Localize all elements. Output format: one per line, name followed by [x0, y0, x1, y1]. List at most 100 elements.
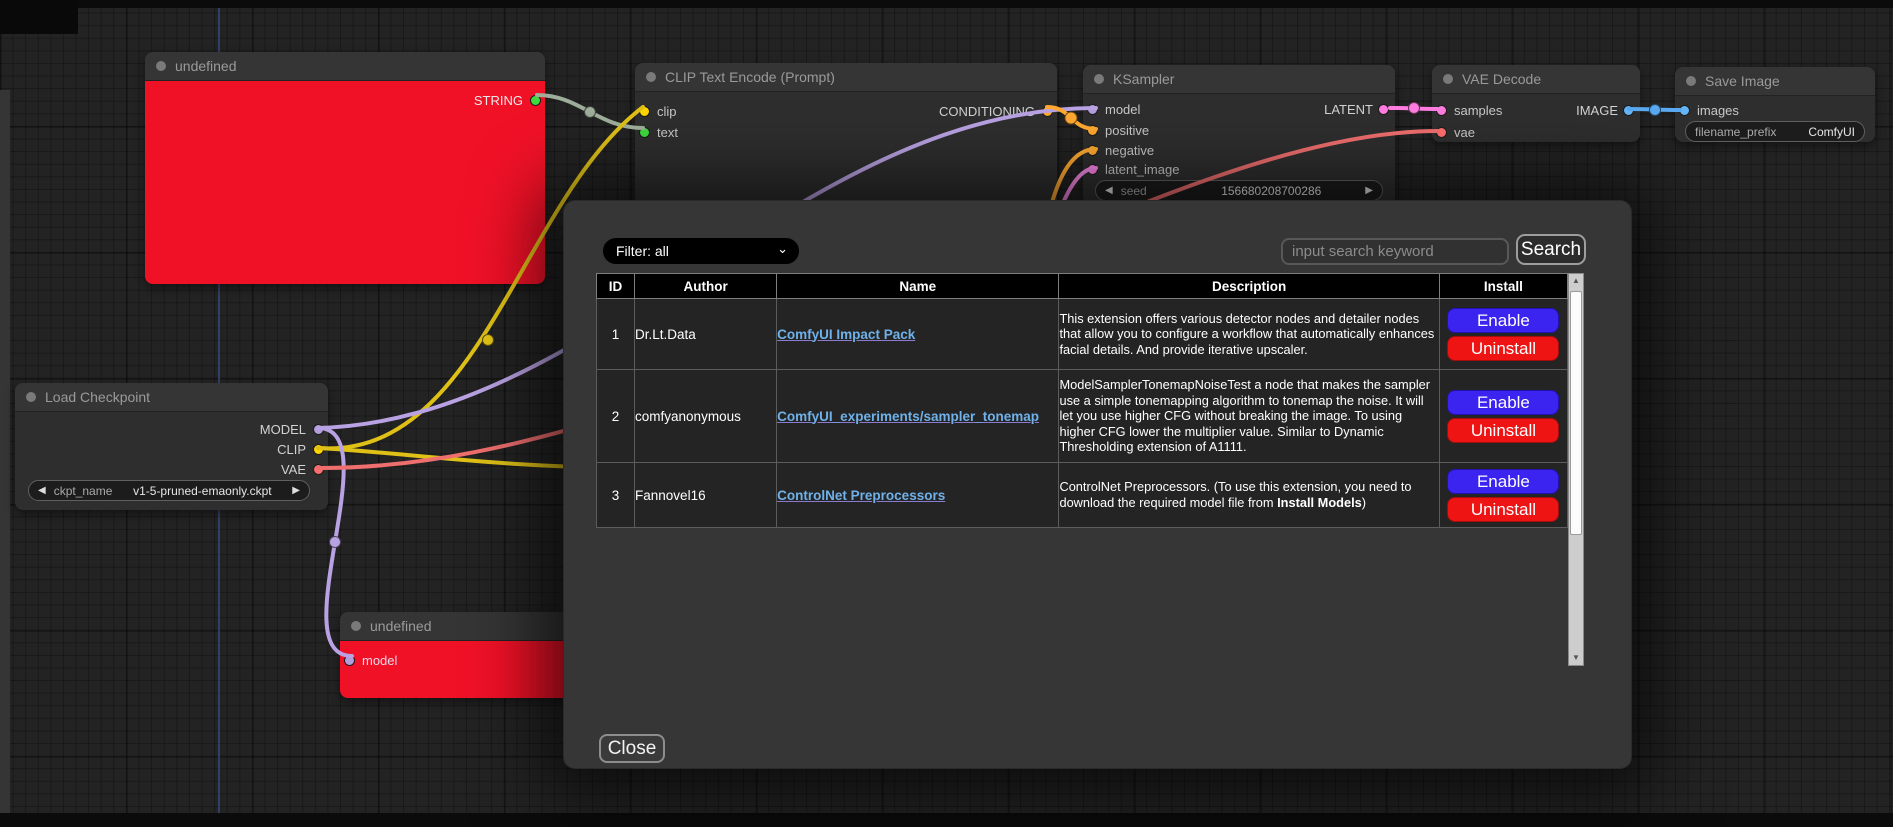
output-slot-latent[interactable]	[1378, 104, 1389, 115]
node-collapse-dot[interactable]	[1686, 76, 1696, 86]
node-title: Save Image	[1705, 73, 1780, 89]
enable-button[interactable]: Enable	[1447, 390, 1559, 415]
search-button[interactable]: Search	[1516, 234, 1586, 265]
input-slot-vae[interactable]	[1436, 127, 1447, 138]
node-error-body: STRING	[145, 81, 545, 284]
ckpt-name-widget[interactable]: ◀ ckpt_name v1-5-pruned-emaonly.ckpt ▶	[28, 480, 310, 501]
input-slot-text[interactable]	[639, 127, 650, 138]
ckpt-widget-label: ckpt_name	[54, 484, 113, 498]
input-slot-latent-image[interactable]	[1087, 164, 1098, 175]
header-name: Name	[777, 274, 1059, 299]
header-install: Install	[1439, 274, 1567, 299]
cell-id: 3	[597, 463, 635, 528]
seed-increment-arrow[interactable]: ▶	[1365, 186, 1373, 196]
output-slot-image[interactable]	[1623, 105, 1634, 116]
node-undefined-top[interactable]: undefined STRING	[145, 52, 545, 284]
node-title-bar[interactable]: Save Image	[1675, 67, 1875, 96]
node-collapse-dot[interactable]	[156, 61, 166, 71]
input-slot-images[interactable]	[1679, 105, 1690, 116]
cell-author: Fannovel16	[635, 463, 777, 528]
cell-id: 2	[597, 370, 635, 463]
table-scrollbar[interactable]: ▲ ▼	[1568, 273, 1584, 666]
node-collapse-dot[interactable]	[1094, 74, 1104, 84]
filter-dropdown[interactable]: Filter: all	[603, 238, 799, 264]
input-slot-label: latent_image	[1105, 162, 1179, 177]
search-input[interactable]	[1281, 238, 1509, 265]
node-title-bar[interactable]: Load Checkpoint	[15, 383, 328, 412]
extension-link[interactable]: ControlNet Preprocessors	[777, 488, 945, 503]
table-row: 1 Dr.Lt.Data ComfyUI Impact Pack This ex…	[597, 299, 1568, 370]
node-title-bar[interactable]: undefined	[145, 52, 545, 81]
uninstall-button[interactable]: Uninstall	[1447, 418, 1559, 443]
header-id: ID	[597, 274, 635, 299]
canvas-bottom-edge	[0, 813, 1893, 827]
scrollbar-thumb[interactable]	[1570, 291, 1582, 535]
uninstall-button[interactable]: Uninstall	[1447, 497, 1559, 522]
node-title-bar[interactable]: VAE Decode	[1432, 65, 1640, 94]
uninstall-button[interactable]: Uninstall	[1447, 336, 1559, 361]
close-button[interactable]: Close	[599, 734, 665, 763]
node-save-image[interactable]: Save Image images filename_prefix ComfyU…	[1675, 67, 1875, 142]
extension-link[interactable]: ComfyUI_experiments/sampler_tonemap	[777, 409, 1039, 424]
extension-link[interactable]: ComfyUI Impact Pack	[777, 327, 915, 342]
input-slot-negative[interactable]	[1087, 145, 1098, 156]
node-load-checkpoint[interactable]: Load Checkpoint MODEL CLIP VAE ◀ ckpt_na…	[15, 383, 328, 510]
seed-decrement-arrow[interactable]: ◀	[1105, 186, 1113, 196]
ckpt-prev-arrow[interactable]: ◀	[38, 486, 46, 496]
node-title: Load Checkpoint	[45, 389, 150, 405]
seed-widget-label: seed	[1121, 184, 1147, 198]
cell-name: ControlNet Preprocessors	[777, 463, 1059, 528]
cell-install: Enable Uninstall	[1439, 370, 1567, 463]
scrollbar-up-arrow-icon[interactable]: ▲	[1569, 274, 1583, 288]
input-slot-label: positive	[1105, 123, 1149, 138]
node-title-bar[interactable]: CLIP Text Encode (Prompt)	[635, 63, 1057, 92]
node-title: CLIP Text Encode (Prompt)	[665, 69, 835, 85]
scrollbar-down-arrow-icon[interactable]: ▼	[1569, 651, 1583, 665]
output-slot-string[interactable]	[530, 95, 541, 106]
comfyui-canvas[interactable]: undefined STRING CLIP Text Encode (Promp…	[0, 0, 1893, 827]
node-collapse-dot[interactable]	[1443, 74, 1453, 84]
cell-description: ModelSamplerTonemapNoiseTest a node that…	[1059, 370, 1439, 463]
enable-button[interactable]: Enable	[1447, 308, 1559, 333]
ckpt-widget-value: v1-5-pruned-emaonly.ckpt	[133, 484, 272, 498]
output-slot-vae[interactable]	[313, 464, 324, 475]
ckpt-next-arrow[interactable]: ▶	[292, 486, 300, 496]
filename-prefix-widget[interactable]: filename_prefix ComfyUI	[1685, 121, 1865, 142]
node-collapse-dot[interactable]	[646, 72, 656, 82]
node-collapse-dot[interactable]	[351, 621, 361, 631]
output-slot-label: CONDITIONING	[635, 104, 1035, 119]
output-slot-label: MODEL	[15, 422, 306, 437]
node-title: undefined	[370, 618, 432, 634]
enable-button[interactable]: Enable	[1447, 469, 1559, 494]
input-slot-model[interactable]	[344, 655, 355, 666]
table-header-row: ID Author Name Description Install	[597, 274, 1568, 299]
input-slot-positive[interactable]	[1087, 125, 1098, 136]
output-slot-label: VAE	[15, 462, 306, 477]
node-title: undefined	[175, 58, 237, 74]
node-clip-text-encode[interactable]: CLIP Text Encode (Prompt) clip text COND…	[635, 63, 1057, 213]
cell-name: ComfyUI Impact Pack	[777, 299, 1059, 370]
cell-install: Enable Uninstall	[1439, 463, 1567, 528]
output-slot-clip[interactable]	[313, 444, 324, 455]
canvas-top-edge	[0, 0, 1893, 8]
offscreen-node-edge	[0, 90, 10, 813]
node-collapse-dot[interactable]	[26, 392, 36, 402]
canvas-corner-block	[0, 0, 78, 34]
input-slot-label: negative	[1105, 143, 1154, 158]
filename-prefix-value: ComfyUI	[1808, 125, 1855, 139]
extension-table: ID Author Name Description Install 1 Dr.…	[596, 273, 1568, 528]
input-slot-label: vae	[1454, 125, 1475, 140]
output-slot-model[interactable]	[313, 424, 324, 435]
node-title: KSampler	[1113, 71, 1174, 87]
node-title-bar[interactable]: KSampler	[1083, 65, 1395, 94]
seed-widget[interactable]: ◀ seed 156680208700286 ▶	[1095, 180, 1383, 201]
filter-dropdown-wrap: Filter: all ⌄	[603, 238, 799, 264]
cell-description: This extension offers various detector n…	[1059, 299, 1439, 370]
output-slot-label: IMAGE	[1432, 103, 1618, 118]
output-slot-label: STRING	[145, 93, 523, 108]
node-vae-decode[interactable]: VAE Decode samples vae IMAGE	[1432, 65, 1640, 142]
node-ksampler[interactable]: KSampler model positive negative latent_…	[1083, 65, 1395, 205]
cell-name: ComfyUI_experiments/sampler_tonemap	[777, 370, 1059, 463]
output-slot-conditioning[interactable]	[1042, 106, 1053, 117]
input-slot-label: images	[1697, 103, 1739, 118]
